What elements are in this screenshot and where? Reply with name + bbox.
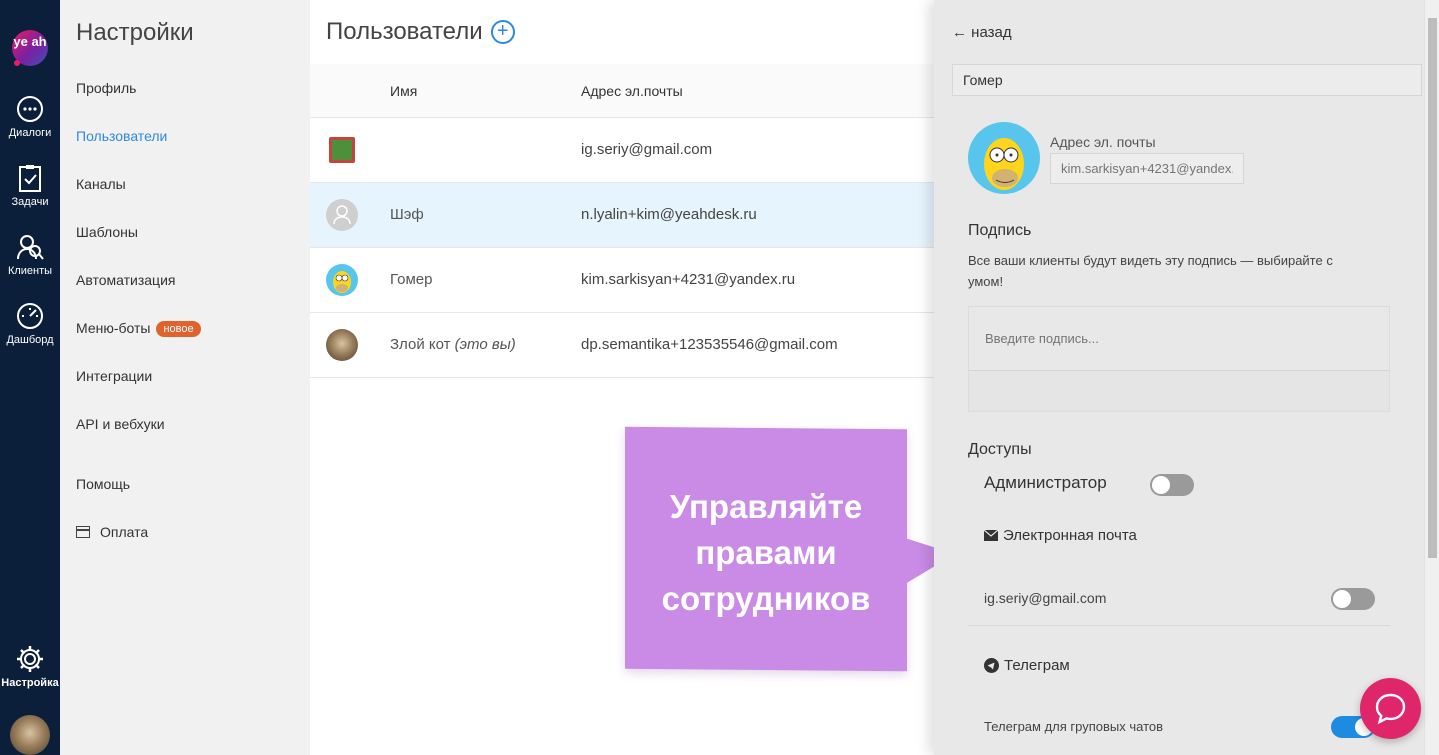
chat-widget-button[interactable] — [1360, 678, 1421, 739]
gear-icon — [17, 646, 43, 672]
promo-text: Управляйте правами сотрудников — [625, 484, 907, 622]
scrollbar-thumb[interactable] — [1428, 18, 1437, 558]
nav-item-templates[interactable]: Шаблоны — [76, 224, 138, 240]
user-name-input[interactable] — [952, 64, 1422, 96]
user-name: Гомер — [390, 271, 433, 288]
signature-title: Подпись — [968, 222, 1032, 239]
nav-item-profile[interactable]: Профиль — [76, 80, 136, 96]
rail-item-clients[interactable]: Клиенты — [0, 232, 60, 277]
back-link[interactable]: ← назад — [952, 24, 1012, 41]
homer-face-icon — [984, 138, 1024, 190]
access-title: Доступы — [968, 441, 1032, 458]
admin-toggle[interactable] — [1150, 474, 1194, 496]
app-logo[interactable]: ye ah — [12, 30, 48, 66]
admin-label: Администратор — [984, 473, 1107, 492]
page-title-text: Пользователи — [326, 18, 483, 45]
chat-bubble-icon — [17, 96, 43, 122]
channel-title-text: Телеграм — [1004, 657, 1070, 674]
promo-line: правами — [695, 534, 837, 571]
telegram-channel-item: Телеграм для груповых чатов — [984, 719, 1164, 734]
promo-line: сотрудников — [661, 580, 871, 617]
users-icon — [17, 235, 44, 260]
telegram-icon — [984, 658, 999, 673]
table-row[interactable]: Злой кот (это вы) dp.semantika+123535546… — [310, 313, 934, 378]
user-silhouette-icon — [333, 205, 351, 225]
settings-nav: Настройки Профиль Пользователи Каналы Ша… — [60, 0, 310, 755]
telegram-channel-title: Телеграм — [984, 657, 1070, 674]
user-avatar[interactable] — [968, 122, 1040, 194]
homer-face-icon — [333, 271, 351, 293]
rail-label: Задачи — [11, 196, 49, 208]
rail-label: Диалоги — [8, 127, 52, 139]
column-header-email: Адрес эл.почты — [581, 83, 683, 99]
user-email: kim.sarkisyan+4231@yandex.ru — [581, 271, 796, 288]
default-avatar — [326, 199, 358, 231]
nav-item-users[interactable]: Пользователи — [76, 128, 167, 144]
user-name-text: Злой кот — [390, 336, 455, 353]
email-channel-item: ig.seriy@gmail.com — [984, 590, 1107, 606]
nav-item-menu-bots[interactable]: Меню-боты новое — [76, 320, 201, 337]
rail-item-dashboard[interactable]: Дашборд — [0, 301, 60, 346]
rail-label: Клиенты — [7, 265, 53, 277]
logo-dot — [14, 60, 20, 66]
user-name: Злой кот (это вы) — [390, 336, 516, 353]
frog-avatar — [329, 137, 355, 163]
panel-scrollbar[interactable] — [1424, 0, 1439, 755]
nav-item-api[interactable]: API и вебхуки — [76, 416, 165, 432]
user-name: Шэф — [390, 206, 424, 223]
divider — [968, 625, 1390, 626]
clipboard-check-icon — [19, 165, 41, 192]
card-icon — [76, 526, 90, 538]
table-row[interactable]: Гомер kim.sarkisyan+4231@yandex.ru — [310, 248, 934, 313]
channel-title-text: Электронная почта — [1003, 527, 1137, 544]
rail-item-dialogs[interactable]: Диалоги — [0, 94, 60, 139]
table-header: Имя Адрес эл.почты — [310, 64, 934, 118]
signature-description: Все ваши клиенты будут видеть эту подпис… — [968, 253, 1333, 289]
table-row-selected[interactable]: Шэф n.lyalin+kim@yeahdesk.ru — [310, 183, 934, 248]
nav-item-channels[interactable]: Каналы — [76, 176, 126, 192]
app-rail: ye ah Диалоги Задачи Клиенты Дашборд Нас… — [0, 0, 60, 755]
nav-item-integrations[interactable]: Интеграции — [76, 368, 152, 384]
settings-title: Настройки — [76, 19, 194, 46]
page-title: Пользователи + — [326, 18, 515, 46]
chat-bubble-icon — [1375, 693, 1406, 725]
user-email: ig.seriy@gmail.com — [581, 141, 713, 158]
current-user-avatar[interactable] — [10, 715, 50, 755]
add-user-button[interactable]: + — [490, 20, 515, 44]
nav-item-automation[interactable]: Автоматизация — [76, 272, 175, 288]
nav-item-label: Меню-боты — [76, 320, 151, 336]
email-label: Адрес эл. почты — [1050, 134, 1156, 150]
rail-label: Настройка — [1, 677, 59, 689]
user-detail-panel: ← назад Адрес эл. почты Подпись Все ваши… — [934, 0, 1424, 755]
speedometer-icon — [17, 303, 43, 329]
promo-line: Управляйте — [669, 488, 863, 525]
rail-item-settings[interactable]: Настройка — [0, 644, 60, 689]
column-header-name: Имя — [390, 83, 418, 99]
user-email: n.lyalin+kim@yeahdesk.ru — [581, 206, 757, 223]
signature-input[interactable] — [969, 307, 1389, 371]
rail-label: Дашборд — [6, 334, 54, 346]
email-field[interactable] — [1050, 153, 1244, 184]
email-channel-title: Электронная почта — [984, 527, 1137, 544]
nav-item-label: Оплата — [100, 524, 149, 540]
user-email: dp.semantika+123535546@gmail.com — [581, 336, 838, 353]
cat-avatar — [326, 329, 358, 361]
envelope-icon — [984, 530, 998, 541]
table-row[interactable]: ig.seriy@gmail.com — [310, 118, 934, 183]
logo-text: ye ah — [13, 34, 47, 49]
email-channel-toggle[interactable] — [1331, 588, 1375, 610]
homer-avatar — [326, 264, 358, 296]
nav-item-help[interactable]: Помощь — [76, 476, 130, 492]
nav-item-billing[interactable]: Оплата — [76, 524, 148, 540]
new-badge: новое — [156, 321, 201, 337]
user-self-note: (это вы) — [454, 336, 516, 353]
signature-editor — [968, 306, 1390, 412]
rail-item-tasks[interactable]: Задачи — [0, 163, 60, 208]
